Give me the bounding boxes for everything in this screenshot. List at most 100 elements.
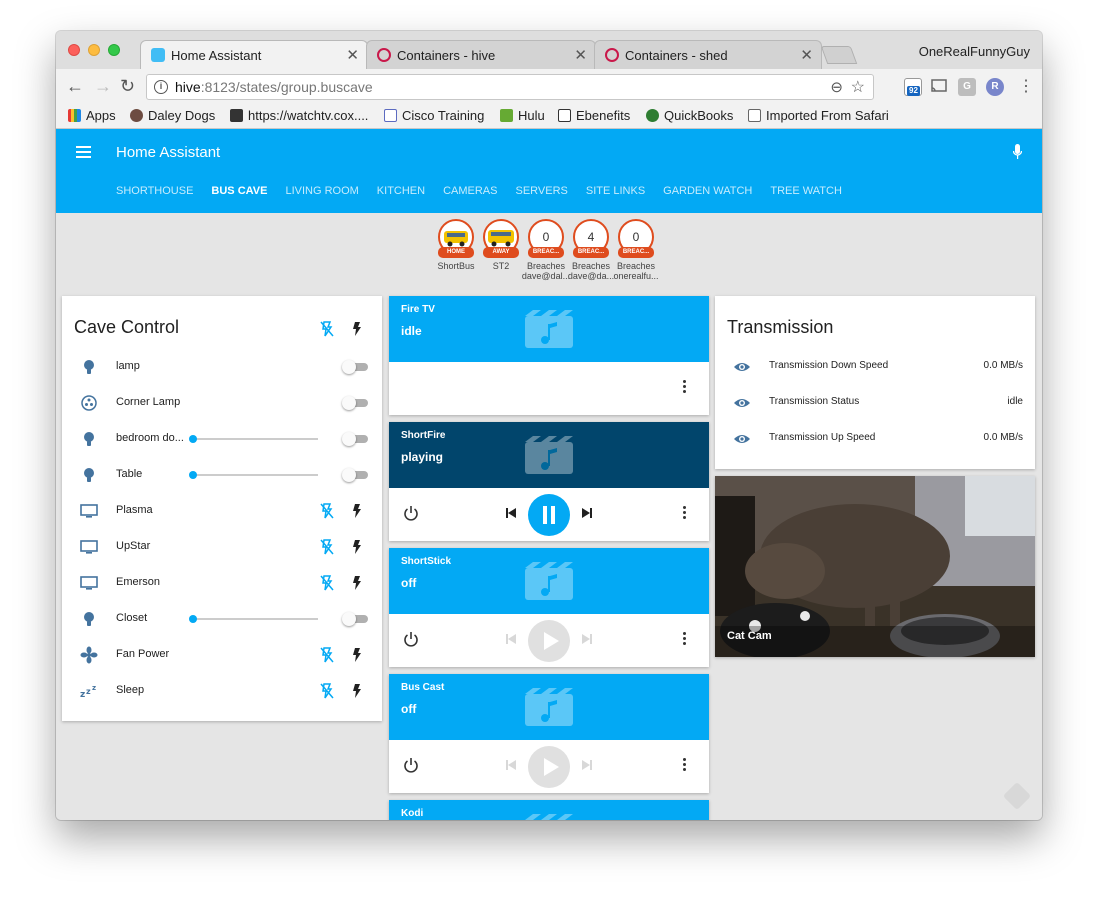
browser-menu-icon[interactable]: ⋮ — [1018, 76, 1034, 96]
tab-shorthouse[interactable]: SHORTHOUSE — [116, 185, 193, 206]
flash-icon[interactable] — [348, 682, 366, 700]
flash-off-icon[interactable] — [318, 538, 336, 556]
next-track-icon[interactable] — [581, 507, 593, 519]
tab-servers[interactable]: SERVERS — [515, 185, 567, 206]
bookmark-daley-dogs[interactable]: Daley Dogs — [130, 108, 215, 123]
play-button[interactable] — [528, 620, 570, 662]
media-player-card-shortfire[interactable]: ShortFire playing — [389, 422, 709, 541]
previous-track-icon[interactable] — [505, 759, 517, 771]
profile-name[interactable]: OneRealFunnyGuy — [919, 44, 1030, 59]
brightness-slider[interactable] — [189, 471, 318, 479]
tab-site-links[interactable]: SITE LINKS — [586, 185, 645, 206]
bookmark-ebenefits[interactable]: Ebenefits — [558, 108, 630, 123]
toggle-switch[interactable] — [342, 396, 370, 410]
zoom-window-button[interactable] — [108, 44, 120, 56]
browser-tab-home-assistant[interactable]: Home Assistant ✕ — [140, 40, 368, 69]
more-vertical-icon[interactable] — [683, 758, 687, 772]
developer-tools-icon[interactable] — [1002, 781, 1032, 811]
microphone-icon[interactable] — [1013, 144, 1022, 160]
browser-tab-containers-shed[interactable]: Containers - shed ✕ — [594, 40, 822, 69]
info-icon[interactable]: i — [154, 80, 168, 94]
transmission-status-row[interactable]: Transmission Status idle — [715, 385, 1035, 421]
back-arrow-icon[interactable]: ← — [66, 76, 84, 97]
hamburger-menu-icon[interactable] — [76, 146, 91, 159]
entity-row-emerson[interactable]: Emerson — [62, 565, 382, 601]
flash-icon[interactable] — [348, 320, 366, 338]
power-icon[interactable] — [403, 757, 419, 773]
entity-row-plasma[interactable]: Plasma — [62, 493, 382, 529]
zoom-icon[interactable]: ⊖ — [830, 78, 843, 96]
media-player-card-shortstick[interactable]: ShortStick off — [389, 548, 709, 667]
next-track-icon[interactable] — [581, 759, 593, 771]
address-bar[interactable]: i hive:8123/states/group.buscave ⊖ ☆ — [146, 74, 874, 100]
flash-off-icon[interactable] — [318, 502, 336, 520]
previous-track-icon[interactable] — [505, 507, 517, 519]
previous-track-icon[interactable] — [505, 633, 517, 645]
toggle-switch[interactable] — [342, 432, 370, 446]
slider-knob[interactable] — [189, 471, 197, 479]
media-player-card-bus-cast[interactable]: Bus Cast off — [389, 674, 709, 793]
next-track-icon[interactable] — [581, 633, 593, 645]
entity-row-corner-lamp[interactable]: Corner Lamp — [62, 385, 382, 421]
tab-garden-watch[interactable]: GARDEN WATCH — [663, 185, 752, 206]
brightness-slider[interactable] — [189, 615, 318, 623]
badge-breaches-3[interactable]: 0 BREAC... Breaches onerealfu... — [613, 219, 659, 286]
bookmark-watchtv[interactable]: https://watchtv.cox.... — [230, 108, 368, 123]
cat-cam-card[interactable]: Cat Cam — [715, 476, 1035, 657]
flash-icon[interactable] — [348, 574, 366, 592]
bookmark-imported-folder[interactable]: Imported From Safari — [748, 108, 889, 123]
bookmark-cisco-training[interactable]: Cisco Training — [384, 108, 484, 123]
toggle-switch[interactable] — [342, 468, 370, 482]
close-tab-icon[interactable]: ✕ — [800, 46, 813, 64]
flash-off-icon[interactable] — [318, 574, 336, 592]
browser-tab-containers-hive[interactable]: Containers - hive ✕ — [366, 40, 596, 69]
tab-cameras[interactable]: CAMERAS — [443, 185, 497, 206]
minimize-window-button[interactable] — [88, 44, 100, 56]
flash-icon[interactable] — [348, 502, 366, 520]
close-tab-icon[interactable]: ✕ — [574, 46, 587, 64]
tab-kitchen[interactable]: KITCHEN — [377, 185, 425, 206]
brightness-slider[interactable] — [189, 435, 318, 443]
extension-r-icon[interactable]: R — [986, 78, 1004, 96]
entity-row-fan-power[interactable]: Fan Power — [62, 637, 382, 673]
bookmark-quickbooks[interactable]: QuickBooks — [646, 108, 733, 123]
reload-icon[interactable]: ↻ — [120, 76, 135, 97]
extension-badge-icon[interactable]: 92 — [904, 78, 922, 96]
flash-off-icon[interactable] — [318, 320, 336, 338]
forward-arrow-icon[interactable]: → — [94, 76, 112, 97]
new-tab-button[interactable] — [820, 46, 858, 64]
entity-row-bedroom-do[interactable]: bedroom do... — [62, 421, 382, 457]
more-vertical-icon[interactable] — [683, 506, 687, 520]
flash-icon[interactable] — [348, 646, 366, 664]
slider-knob[interactable] — [189, 615, 197, 623]
power-icon[interactable] — [403, 505, 419, 521]
play-button[interactable] — [528, 746, 570, 788]
flash-icon[interactable] — [348, 538, 366, 556]
media-player-card-kodi[interactable]: Kodi — [389, 800, 709, 820]
bookmark-apps[interactable]: Apps — [68, 108, 116, 123]
entity-row-closet[interactable]: Closet — [62, 601, 382, 637]
slider-knob[interactable] — [189, 435, 197, 443]
close-tab-icon[interactable]: ✕ — [346, 46, 359, 64]
entity-row-sleep[interactable]: z z z Sleep — [62, 673, 382, 709]
tab-tree-watch[interactable]: TREE WATCH — [770, 185, 842, 206]
entity-row-table[interactable]: Table — [62, 457, 382, 493]
entity-row-upstar[interactable]: UpStar — [62, 529, 382, 565]
cast-icon[interactable] — [930, 78, 948, 96]
more-vertical-icon[interactable] — [683, 632, 687, 646]
tab-living-room[interactable]: LIVING ROOM — [285, 185, 358, 206]
transmission-down-speed-row[interactable]: Transmission Down Speed 0.0 MB/s — [715, 349, 1035, 385]
more-vertical-icon[interactable] — [683, 380, 687, 394]
entity-row-lamp[interactable]: lamp — [62, 349, 382, 385]
extension-g-icon[interactable]: G — [958, 78, 976, 96]
tab-bus-cave[interactable]: BUS CAVE — [203, 185, 276, 219]
toggle-switch[interactable] — [342, 612, 370, 626]
bookmark-hulu[interactable]: Hulu — [500, 108, 545, 123]
flash-off-icon[interactable] — [318, 682, 336, 700]
toggle-switch[interactable] — [342, 360, 370, 374]
close-window-button[interactable] — [68, 44, 80, 56]
transmission-up-speed-row[interactable]: Transmission Up Speed 0.0 MB/s — [715, 421, 1035, 457]
media-player-card-fire-tv[interactable]: Fire TV idle — [389, 296, 709, 415]
flash-off-icon[interactable] — [318, 646, 336, 664]
bookmark-star-icon[interactable]: ☆ — [851, 77, 865, 97]
